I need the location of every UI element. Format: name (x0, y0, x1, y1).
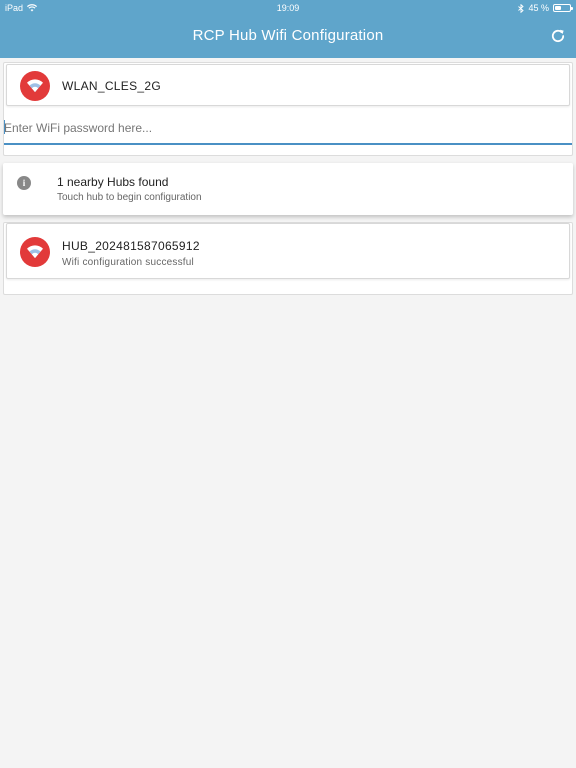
password-input[interactable] (4, 113, 572, 145)
hub-list: HUB_202481587065912 Wifi configuration s… (3, 222, 573, 295)
hub-list-item[interactable]: HUB_202481587065912 Wifi configuration s… (6, 223, 570, 279)
network-ssid: WLAN_CLES_2G (62, 79, 161, 93)
network-panel: WLAN_CLES_2G (3, 62, 573, 156)
status-time: 19:09 (276, 3, 300, 13)
wifi-icon (20, 71, 50, 101)
hub-name: HUB_202481587065912 (62, 239, 200, 253)
wifi-icon (20, 237, 50, 267)
battery-fill (555, 6, 561, 10)
status-right: 45 % (518, 3, 573, 13)
battery-percent: 45 % (528, 3, 549, 13)
selected-network[interactable]: WLAN_CLES_2G (6, 64, 570, 106)
text-cursor (4, 120, 5, 134)
refresh-icon[interactable] (550, 28, 566, 44)
app-header: iPad 19:09 45 % RCP Hub Wifi Configurati… (0, 0, 576, 58)
scan-result-subtitle: Touch hub to begin configuration (57, 192, 202, 203)
info-icon: i (17, 176, 31, 190)
page-title: RCP Hub Wifi Configuration (192, 27, 384, 44)
bluetooth-icon (518, 3, 525, 13)
status-bar: iPad 19:09 45 % (0, 0, 576, 16)
hub-status: Wifi configuration successful (62, 257, 194, 268)
battery-icon (553, 4, 573, 12)
scan-result-title: 1 nearby Hubs found (57, 175, 169, 189)
scan-result-card: i 1 nearby Hubs found Touch hub to begin… (3, 163, 573, 215)
